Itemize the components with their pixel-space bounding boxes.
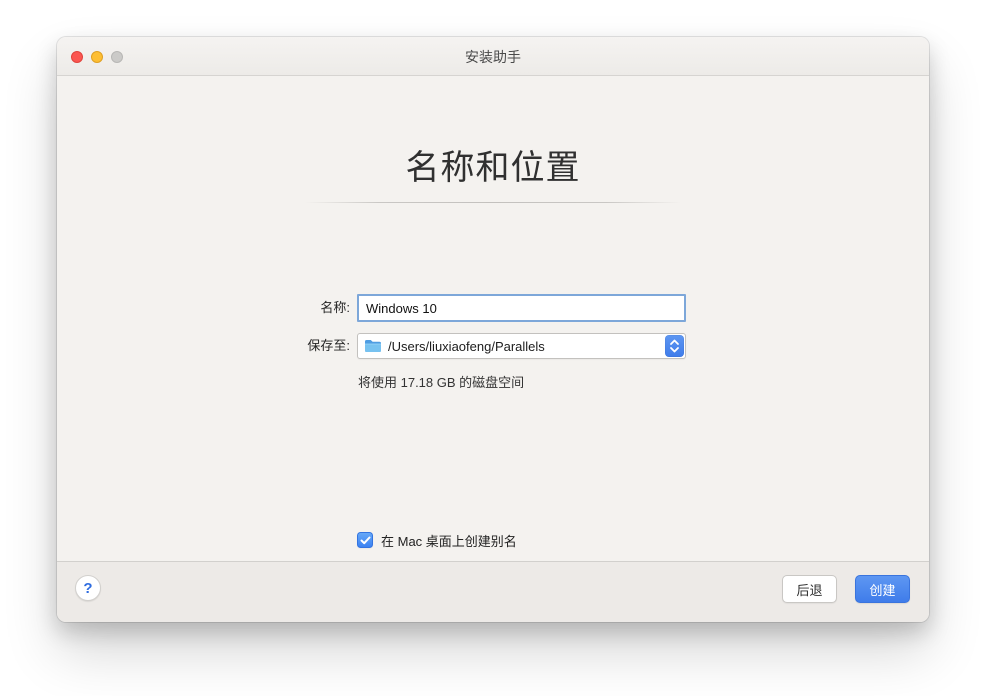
help-icon: ? [83,580,92,597]
location-label: 保存至: [57,333,350,359]
location-popup-button[interactable]: /Users/liuxiaofeng/Parallels [357,333,686,359]
back-button[interactable]: 后退 [782,575,837,603]
create-alias-row: 在 Mac 桌面上创建别名 [357,531,517,549]
vm-name-input[interactable] [357,294,686,322]
create-alias-label: 在 Mac 桌面上创建别名 [381,531,517,550]
checkmark-icon [360,536,371,545]
create-button[interactable]: 创建 [855,575,910,603]
folder-icon [364,339,382,353]
window-titlebar: 安装助手 [57,37,929,76]
page-title: 名称和位置 [57,140,929,189]
help-button[interactable]: ? [75,575,101,601]
content-area: 名称和位置 名称: 保存至: /Users/liuxiaofeng/Parall… [57,76,929,561]
window-title: 安装助手 [57,37,929,76]
screen-background: 安装助手 名称和位置 名称: 保存至: /Users/liuxiaofeng/P… [0,0,984,696]
heading-divider [305,202,681,203]
installation-assistant-window: 安装助手 名称和位置 名称: 保存至: /Users/liuxiaofeng/P… [57,37,929,622]
popup-stepper-icon [665,335,684,357]
footer-bar: ? 后退 创建 [57,561,929,622]
disk-usage-note: 将使用 17.18 GB 的磁盘空间 [358,372,524,391]
create-alias-checkbox[interactable] [357,532,373,548]
name-label: 名称: [57,294,350,322]
location-value: /Users/liuxiaofeng/Parallels [388,339,665,354]
